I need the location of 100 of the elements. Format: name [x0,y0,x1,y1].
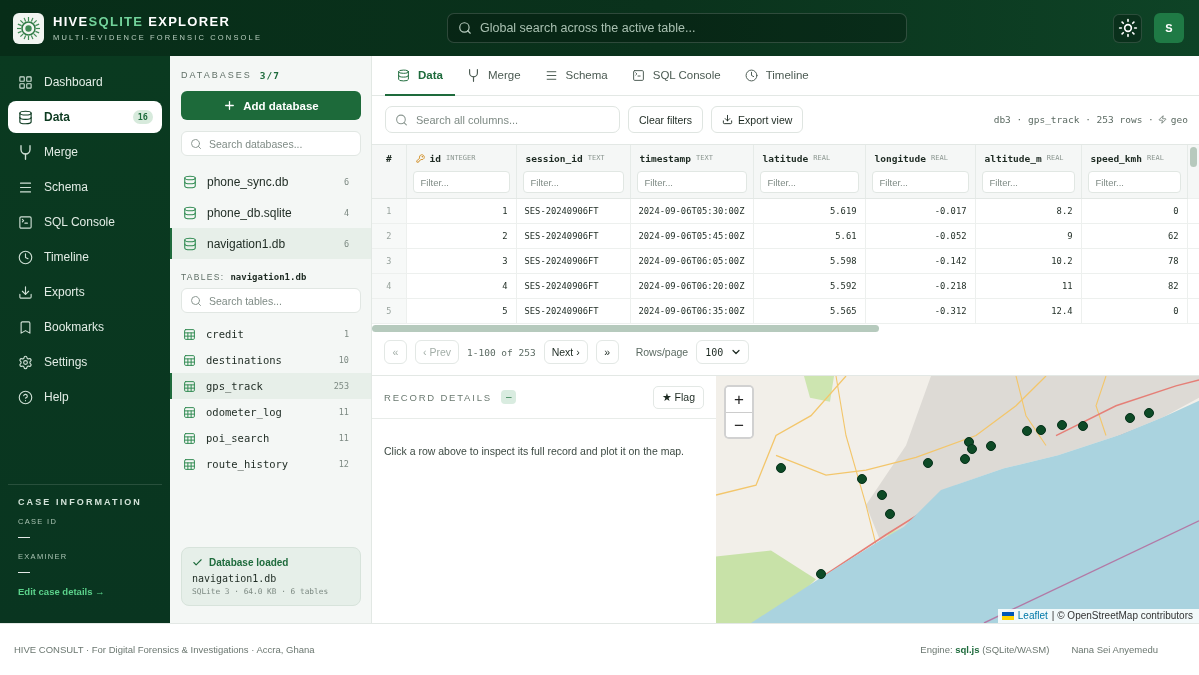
filter-field[interactable]: Filter... [636,171,747,193]
edit-case-link[interactable]: Edit case details → [18,586,152,597]
nav-item[interactable]: Help [8,381,162,413]
rows-per-page-label: Rows/page [635,346,689,358]
sun-icon [1117,18,1138,38]
table-cell: -0.312 [865,298,975,324]
table-item[interactable]: credit 1 [170,321,371,347]
section-title: TABLES: [181,271,225,282]
table-cell: 1 [406,198,516,224]
filter-field[interactable]: Filter... [981,171,1075,193]
add-database-button[interactable]: Add database [181,91,361,120]
field-value: — [18,565,31,579]
filter-field[interactable]: Filter... [412,171,510,193]
tab[interactable]: Merge [454,56,533,96]
tab[interactable]: Data [385,56,455,96]
map-marker-icon[interactable] [1057,420,1067,430]
filter-field[interactable]: Filter... [1087,171,1181,193]
database-item[interactable]: phone_sync.db 6 [170,166,371,197]
database-icon [183,236,197,251]
map-marker-icon[interactable] [1022,426,1032,436]
collapse-toggle[interactable]: – [500,390,517,404]
filter-field[interactable]: Filter... [759,171,859,193]
nav-item[interactable]: Timeline [8,241,162,273]
attribution-text: | © OpenStreetMap contributors [1051,610,1193,621]
bolt-icon [1157,115,1167,124]
nav-item[interactable]: Data 16 [8,101,162,133]
search-field[interactable]: Search databases... [181,131,361,156]
user-avatar[interactable]: S [1154,13,1184,43]
filter-field[interactable]: Filter... [522,171,624,193]
table-cell: 8.2 [975,198,1081,224]
search-field[interactable]: Search tables... [181,288,361,313]
nav-item[interactable]: Settings [8,346,162,378]
database-item[interactable]: phone_db.sqlite 4 [170,197,371,228]
merge-icon [18,144,33,160]
column-name: longitude [874,152,926,164]
tab[interactable]: Schema [532,56,620,96]
search-field[interactable]: Search all columns... [385,106,620,133]
settings-icon [18,354,33,370]
theme-toggle-button[interactable] [1113,13,1142,43]
table-item[interactable]: route_history 12 [170,451,371,477]
nav-item[interactable]: Merge [8,136,162,168]
nav-item[interactable]: SQL Console [8,206,162,238]
map-marker-icon[interactable] [857,474,867,484]
table-item[interactable]: poi_search 11 [170,425,371,451]
flag-button[interactable]: ★ Flag [652,385,704,409]
database-item[interactable]: navigation1.db 6 [170,228,371,259]
table-item[interactable]: destinations 10 [170,347,371,373]
map-marker-icon[interactable] [885,509,895,519]
vertical-scrollbar-thumb[interactable] [1190,147,1197,167]
nav-item[interactable]: Schema [8,171,162,203]
nav-item[interactable]: Exports [8,276,162,308]
map-marker-icon[interactable] [923,458,933,468]
map-marker-icon[interactable] [1144,408,1154,418]
last-page-button[interactable]: » [595,340,619,364]
database-count: 3/7 [259,69,280,81]
horizontal-scrollbar-thumb[interactable] [372,324,879,332]
map-marker-icon[interactable] [1036,425,1046,435]
merge-icon [466,68,480,82]
table-cell: SES-20240906FT [516,248,630,274]
map-marker-icon[interactable] [1078,421,1088,431]
map-marker-icon[interactable] [967,444,977,454]
column-name: altitude_m [984,152,1042,164]
tab[interactable]: Timeline [732,56,821,96]
rows-per-page-select[interactable]: 100 [696,340,750,364]
column-name: id [429,152,441,164]
table-cell: 2024-09-06T06:20:00Z [630,273,753,299]
clear-filters-button[interactable]: Clear filters [628,106,704,133]
leaflet-link[interactable]: Leaflet [1017,610,1048,621]
map-marker-icon[interactable] [1125,413,1135,423]
record-details-title: RECORD DETAILS [384,391,492,403]
table-cell: 12.4 [975,298,1081,324]
nav-item[interactable]: Dashboard [8,66,162,98]
nav-item[interactable]: Bookmarks [8,311,162,343]
item-count: 11 [338,407,349,417]
tab[interactable]: SQL Console [619,56,733,96]
table-icon [183,327,196,341]
filter-field[interactable]: Filter... [871,171,969,193]
column-name: session_id [525,152,583,164]
record-hint: Click a row above to inspect its full record and plot it on the map. [383,444,685,458]
table-cell: SES-20240906FT [516,223,630,249]
row-number: 1 [372,198,406,224]
item-count: 11 [338,433,349,443]
item-count: 4 [343,207,349,218]
export-view-button[interactable]: Export view [711,106,804,133]
bookmark-icon [18,319,33,335]
next-page-button[interactable]: Next › [543,340,588,364]
map-marker-icon[interactable] [776,463,786,473]
clock-icon [744,68,758,82]
map-marker-icon[interactable] [877,490,887,500]
table-item[interactable]: odometer_log 11 [170,399,371,425]
map-marker-icon[interactable] [986,441,996,451]
field-value: — [18,530,31,544]
page-range: 1-100 of 253 [467,346,536,358]
map-marker-icon[interactable] [960,454,970,464]
table-item[interactable]: gps_track 253 [170,373,371,399]
zoom-out-button[interactable]: − [726,412,752,437]
table-icon [183,431,196,445]
item-count: 253 [333,381,349,391]
map-marker-icon[interactable] [816,569,826,579]
table-cell: 10.2 [975,248,1081,274]
